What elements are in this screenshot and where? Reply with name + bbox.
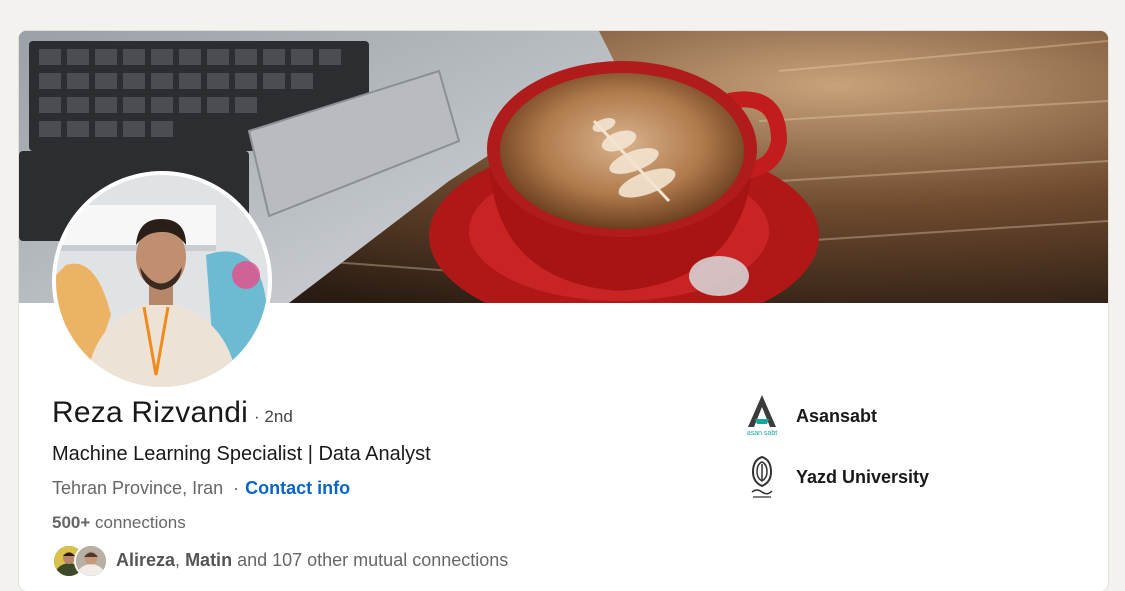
yazd-university-logo-icon bbox=[742, 454, 782, 500]
asansabt-logo-text: asan sabt bbox=[747, 430, 777, 437]
profile-photo-image bbox=[56, 175, 268, 387]
mutual-avatar-2 bbox=[74, 544, 108, 578]
profile-name: Reza Rizvandi bbox=[52, 396, 249, 429]
mutual-comma: , bbox=[175, 549, 181, 570]
profile-name-row: Reza Rizvandi · 2nd bbox=[52, 396, 293, 430]
mutual-name-2: Matin bbox=[185, 549, 233, 570]
connections-number: 500+ bbox=[52, 513, 91, 532]
location-row: Tehran Province, Iran · Contact info bbox=[52, 478, 350, 499]
contact-info-link[interactable]: Contact info bbox=[245, 478, 350, 498]
profile-location: Tehran Province, Iran bbox=[52, 478, 224, 498]
profile-headline: Machine Learning Specialist | Data Analy… bbox=[52, 443, 431, 465]
connection-degree: · 2nd bbox=[254, 407, 293, 426]
asansabt-logo-icon: asan sabt bbox=[742, 393, 782, 439]
connections-label: connections bbox=[95, 513, 186, 532]
organizations-list: asan sabt Asansabt Yazd University bbox=[742, 391, 929, 513]
connections-count[interactable]: 500+ connections bbox=[52, 513, 186, 533]
mutual-avatars bbox=[52, 544, 110, 578]
location-separator: · bbox=[233, 478, 240, 498]
mutual-connections[interactable]: Alireza, Matin and 107 other mutual conn… bbox=[52, 544, 509, 578]
org-yazd-university[interactable]: Yazd University bbox=[742, 452, 929, 502]
mutual-name-1: Alireza bbox=[116, 549, 176, 570]
org-name-yazd-university: Yazd University bbox=[796, 466, 930, 487]
org-asansabt[interactable]: asan sabt Asansabt bbox=[742, 391, 929, 441]
mutual-rest: and 107 other mutual connections bbox=[237, 549, 509, 570]
profile-photo[interactable] bbox=[52, 171, 272, 391]
org-name-asansabt: Asansabt bbox=[796, 405, 878, 426]
profile-card: Reza Rizvandi · 2nd Machine Learning Spe… bbox=[19, 31, 1108, 591]
